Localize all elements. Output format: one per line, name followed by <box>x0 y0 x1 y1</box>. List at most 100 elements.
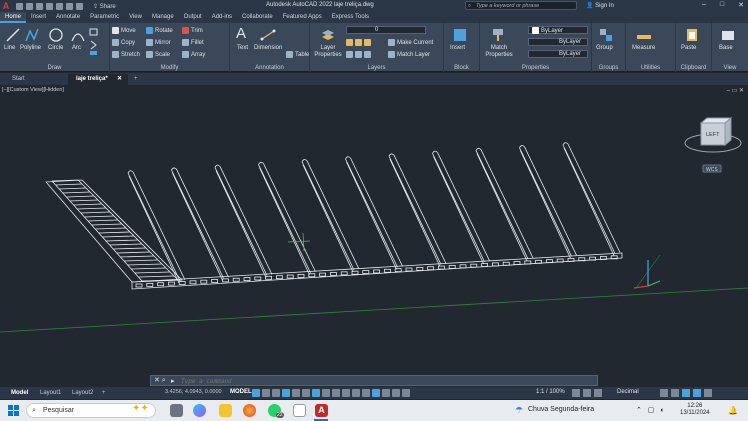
selection-filter-icon[interactable] <box>372 389 380 397</box>
share-button[interactable]: ⇪ Share <box>93 3 116 10</box>
tab-model[interactable]: Model <box>8 388 31 398</box>
auto-scale-icon[interactable] <box>402 389 410 397</box>
group-icon[interactable] <box>598 27 614 43</box>
trim-button[interactable]: Trim <box>182 27 203 34</box>
annotation-scale[interactable]: 1:1 / 100% <box>536 389 565 395</box>
clipboard-panel-label[interactable]: Clipboard <box>676 65 711 71</box>
draw-extra-icons[interactable] <box>88 27 106 57</box>
copy-button[interactable]: Copy <box>112 39 135 46</box>
tab-home[interactable]: Home <box>0 12 27 23</box>
text-icon[interactable]: A <box>236 25 246 42</box>
tab-output[interactable]: Output <box>179 12 207 23</box>
wcs-menu[interactable]: WCS <box>706 167 718 173</box>
grid-icon[interactable] <box>252 389 260 397</box>
layer-dropdown[interactable]: 0 <box>346 26 426 34</box>
command-input[interactable] <box>181 377 581 385</box>
maximize-icon[interactable]: □ <box>720 1 724 9</box>
tab-express-tools[interactable]: Express Tools <box>327 12 374 23</box>
measure-icon[interactable] <box>636 29 652 45</box>
circle-icon[interactable] <box>48 27 64 43</box>
clock[interactable]: 12:26 13/11/2024 <box>680 403 710 417</box>
paste-icon[interactable] <box>684 27 700 43</box>
tab-view[interactable]: View <box>124 12 147 23</box>
workspace-gear-icon[interactable] <box>572 389 580 397</box>
close-tab-icon[interactable]: ✕ <box>117 74 122 85</box>
customization-icon[interactable] <box>704 389 712 397</box>
weather-widget[interactable]: Chuva Segunda-feira <box>528 406 594 413</box>
layer-tools-2-icon[interactable] <box>346 51 373 58</box>
array-button[interactable]: Array <box>182 51 205 58</box>
new-tab-button[interactable]: + <box>134 74 144 85</box>
isolate-objects-icon[interactable] <box>594 389 602 397</box>
viewcube-face-label[interactable]: LEFT <box>706 132 720 138</box>
mirror-button[interactable]: Mirror <box>146 39 171 46</box>
insert-block-icon[interactable] <box>452 27 468 43</box>
modify-panel-label[interactable]: Modify <box>110 65 229 71</box>
save-icon[interactable] <box>36 2 43 10</box>
view-panel-label[interactable]: View <box>712 65 748 71</box>
minimize-icon[interactable]: – <box>702 1 706 9</box>
copilot-sparkle-icon[interactable]: ✦✦ <box>132 403 152 416</box>
drawing-viewport[interactable]: [–][Custom View][Hidden] – ▭ ✕ LEFT WCS <box>0 85 748 385</box>
tab-drawing-file[interactable]: laje treliça* ✕ <box>68 74 128 85</box>
measure-button[interactable]: Measure <box>632 45 655 51</box>
add-layout-button[interactable]: + <box>99 388 109 398</box>
draw-panel-label[interactable]: Draw <box>0 65 109 71</box>
circle-button[interactable]: Circle <box>48 45 63 51</box>
weather-icon[interactable]: ☂ <box>515 405 523 416</box>
line-icon[interactable] <box>5 27 21 43</box>
arc-button[interactable]: Arc <box>72 45 81 51</box>
properties-panel-label[interactable]: Properties <box>480 65 591 71</box>
hardware-acceleration-icon[interactable] <box>682 389 690 397</box>
fillet-button[interactable]: Fillet <box>182 39 204 46</box>
tab-collaborate[interactable]: Collaborate <box>237 12 278 23</box>
annotation-panel-label[interactable]: Annotation <box>230 65 309 71</box>
layers-panel-label[interactable]: Layers <box>310 65 443 71</box>
task-view-icon[interactable] <box>170 404 183 417</box>
sign-in-button[interactable]: 👤 Sign In <box>586 2 614 9</box>
block-panel-label[interactable]: Block <box>444 65 479 71</box>
linetype-dropdown[interactable]: ByLayer <box>528 38 588 46</box>
match-properties-icon[interactable] <box>490 27 506 43</box>
new-file-icon[interactable] <box>16 2 23 10</box>
layer-properties-button[interactable]: Layer Properties <box>314 45 342 59</box>
insert-button[interactable]: Insert <box>450 45 465 51</box>
autocad-taskbar-icon[interactable]: A <box>315 404 328 417</box>
base-button[interactable]: Base <box>719 45 733 51</box>
snap-icon[interactable] <box>262 389 270 397</box>
lineweight-dropdown[interactable]: ByLayer <box>528 50 588 58</box>
tab-annotate[interactable]: Annotate <box>51 12 85 23</box>
dimension-icon[interactable] <box>260 27 276 43</box>
polyline-button[interactable]: Polyline <box>20 45 41 51</box>
coordinates-readout[interactable]: 3.4256, 4.0943, 0.0000 <box>165 389 222 395</box>
print-icon[interactable] <box>56 2 63 10</box>
osnap-icon[interactable] <box>312 389 320 397</box>
group-button[interactable]: Group <box>596 45 613 51</box>
tab-layout2[interactable]: Layout2 <box>69 388 96 398</box>
polar-icon[interactable] <box>282 389 290 397</box>
open-file-icon[interactable] <box>26 2 33 10</box>
close-command-icon[interactable]: ✕ ⌕ <box>154 376 166 385</box>
transparency-icon[interactable] <box>332 389 340 397</box>
stretch-button[interactable]: Stretch <box>112 51 140 58</box>
file-explorer-icon[interactable] <box>219 404 232 417</box>
gizmo-icon[interactable] <box>382 389 390 397</box>
model-space-button[interactable]: MODEL <box>230 389 252 395</box>
save-as-icon[interactable] <box>46 2 53 10</box>
search-box[interactable]: ⌕ Type a keyword or phrase <box>465 1 577 10</box>
close-icon[interactable]: ✕ <box>738 1 744 9</box>
quick-properties-icon[interactable] <box>660 389 668 397</box>
base-view-icon[interactable] <box>720 27 736 43</box>
dynamic-ucs-icon[interactable] <box>362 389 370 397</box>
tab-manage[interactable]: Manage <box>147 12 179 23</box>
lineweight-icon[interactable] <box>322 389 330 397</box>
match-properties-button[interactable]: Match Properties <box>484 45 514 59</box>
scale-button[interactable]: Scale <box>146 51 170 58</box>
annotation-visibility-icon[interactable] <box>392 389 400 397</box>
groups-panel-label[interactable]: Groups <box>592 65 625 71</box>
clean-screen-icon[interactable] <box>693 389 701 397</box>
autocad-logo-icon[interactable]: A <box>0 0 12 12</box>
rotate-button[interactable]: Rotate <box>146 27 173 34</box>
system-tray-icons[interactable]: ⌃ ▢ ◐ <box>636 406 667 414</box>
units-dropdown[interactable]: Decimal <box>617 389 639 395</box>
